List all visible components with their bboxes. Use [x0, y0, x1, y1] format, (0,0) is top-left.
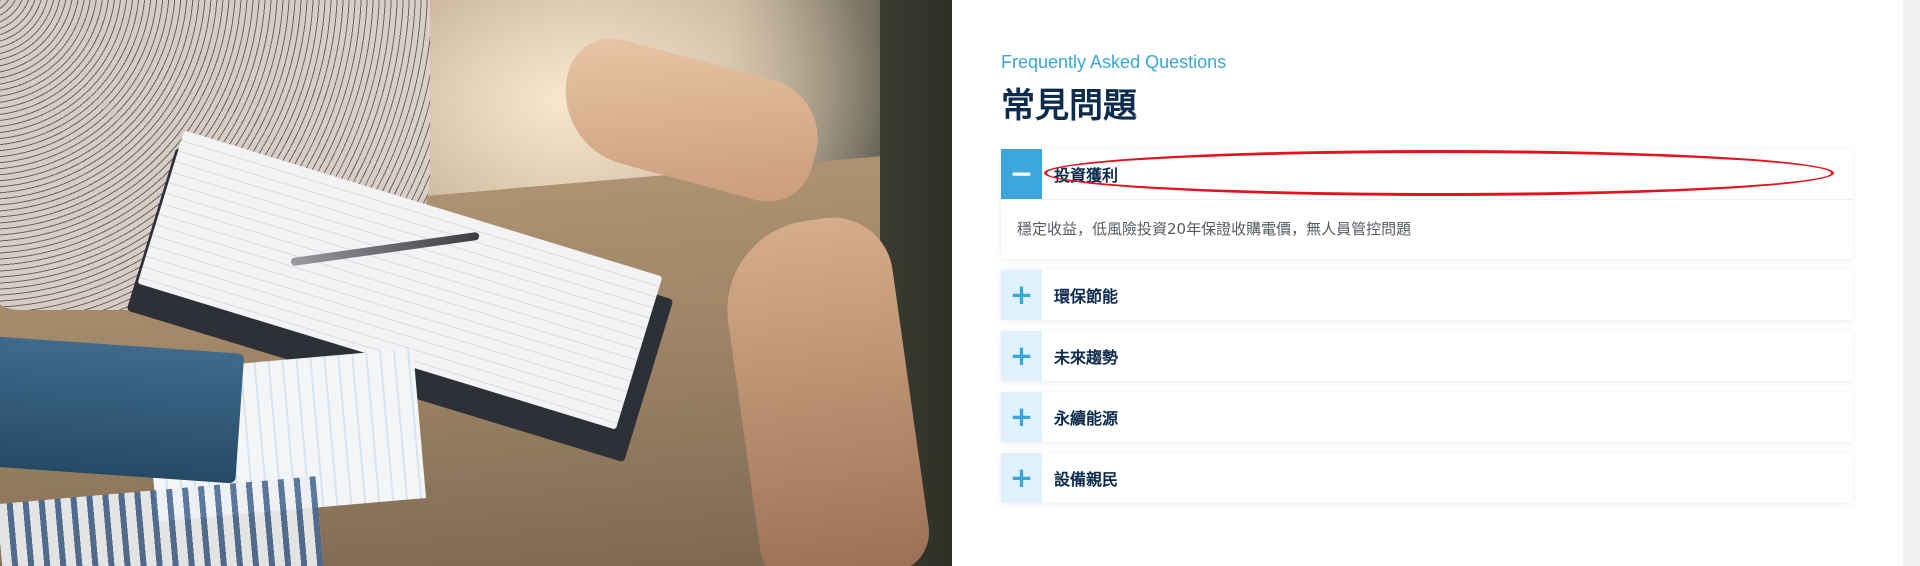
faq-question[interactable]: 投資獲利	[1054, 162, 1118, 186]
faq-header-eco[interactable]: + 環保節能	[1001, 270, 1853, 320]
notebook	[0, 336, 245, 484]
faq-item-investment: − 投資獲利 穩定收益，低風險投資20年保證收購電價，無人員管控問題	[1001, 149, 1853, 259]
faq-question[interactable]: 未來趨勢	[1054, 344, 1118, 368]
faq-header-trend[interactable]: + 未來趨勢	[1001, 331, 1853, 381]
faq-item-sustainable: + 永續能源	[1001, 392, 1853, 442]
faq-answer: 穩定收益，低風險投資20年保證收購電價，無人員管控問題	[1001, 199, 1853, 259]
scrollbar-gutter[interactable]	[1903, 0, 1920, 566]
faq-item-eco: + 環保節能	[1001, 270, 1853, 320]
plus-icon[interactable]: +	[1001, 270, 1042, 320]
plus-icon[interactable]: +	[1001, 392, 1042, 442]
faq-item-equipment: + 設備親民	[1001, 453, 1853, 503]
hero-photo	[0, 0, 952, 566]
faq-question[interactable]: 設備親民	[1054, 466, 1118, 490]
faq-subtitle: Frequently Asked Questions	[1001, 52, 1227, 72]
faq-item-trend: + 未來趨勢	[1001, 331, 1853, 381]
faq-accordion: − 投資獲利 穩定收益，低風險投資20年保證收購電價，無人員管控問題 + 環保節…	[1001, 149, 1853, 514]
faq-question[interactable]: 環保節能	[1054, 283, 1118, 307]
faq-question[interactable]: 永續能源	[1054, 405, 1118, 429]
faq-header-equipment[interactable]: + 設備親民	[1001, 453, 1853, 503]
plus-icon[interactable]: +	[1001, 331, 1042, 381]
minus-icon[interactable]: −	[1001, 149, 1042, 199]
faq-title: 常見問題	[1001, 86, 1137, 126]
faq-header-investment[interactable]: − 投資獲利	[1001, 149, 1853, 199]
plus-icon[interactable]: +	[1001, 453, 1042, 503]
faq-header-sustainable[interactable]: + 永續能源	[1001, 392, 1853, 442]
